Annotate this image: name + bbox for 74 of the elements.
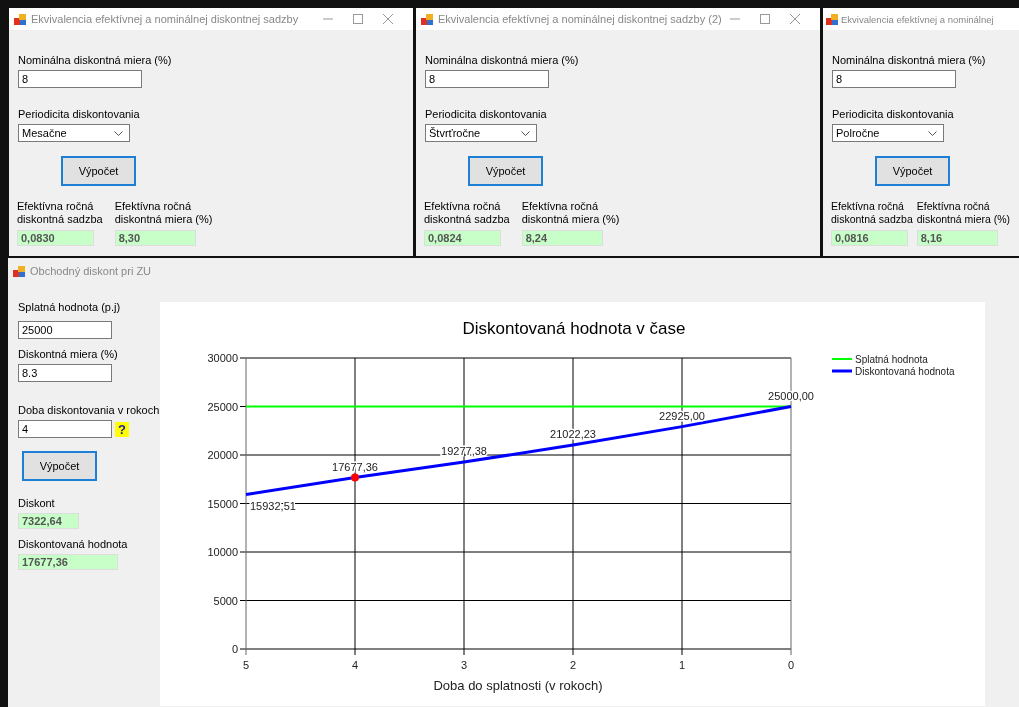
field-label: Periodicita diskontovania xyxy=(18,108,140,120)
app-icon xyxy=(826,13,838,25)
close-icon[interactable] xyxy=(790,14,800,24)
result-field: 0,0830 xyxy=(17,230,94,246)
result-field: 7322,64 xyxy=(18,513,79,529)
field-label: Nominálna diskontná miera (%) xyxy=(832,54,986,66)
window-title: Ekvivalencia efektívnej a nominálnej diskontnej sadzby (2) xyxy=(438,13,723,25)
window-title: Ekvivalencia efektívnej a nominálnej xyxy=(841,13,995,25)
field-label: Diskontná miera (%) xyxy=(18,348,118,360)
result-label: Diskont xyxy=(18,497,55,509)
axis-tick-label: 5000 xyxy=(213,594,238,607)
input-field[interactable]: 4 xyxy=(18,420,112,438)
window-title: Ekvivalencia efektívnej a nominálnej diskontnej sadzby xyxy=(31,13,300,25)
chevron-icon xyxy=(114,130,123,136)
input-field[interactable]: 8 xyxy=(425,70,549,88)
legend-label: Splatná hodnota xyxy=(855,354,928,365)
result-label: Efektívna ročná diskontná sadzba xyxy=(831,200,913,226)
axis-title: Doba do splatnosti (v rokoch) xyxy=(433,678,603,693)
chevron-icon xyxy=(521,130,530,136)
result-field: 8,30 xyxy=(114,230,196,246)
axis-tick-label: 5 xyxy=(242,659,250,671)
calculate-button[interactable]: Výpočet xyxy=(61,156,136,186)
axis-tick-label: 20000 xyxy=(207,449,238,461)
axis-tick-label: 0 xyxy=(787,659,795,671)
result-field: 17677,36 xyxy=(18,554,118,570)
result-label: Efektívna ročná diskontná miera (%) xyxy=(114,200,213,226)
axis-tick-label: 25000 xyxy=(207,400,238,413)
window-title: Obchodný diskont pri ZU xyxy=(30,265,153,277)
field-label: Nominálna diskontná miera (%) xyxy=(425,54,579,66)
calculate-button[interactable]: Výpočet xyxy=(22,451,97,481)
result-field: 0,0816 xyxy=(831,230,908,246)
calculate-button[interactable]: Výpočet xyxy=(468,156,543,186)
field-label: Periodicita diskontovania xyxy=(832,108,954,120)
calculate-button[interactable]: Výpočet xyxy=(875,156,950,186)
result-field: 8,16 xyxy=(916,230,998,246)
chevron-icon xyxy=(928,130,937,136)
chart-title: Diskontovaná hodnota v čase xyxy=(462,319,686,338)
data-label: 25000,00 xyxy=(768,389,814,402)
input-field[interactable]: 25000 xyxy=(18,321,112,339)
dropdown[interactable]: Mesačne xyxy=(18,124,130,142)
axis-tick-label: 15000 xyxy=(207,497,238,510)
result-label: Efektívna ročná diskontná miera (%) xyxy=(521,200,620,226)
close-icon[interactable] xyxy=(383,14,393,24)
field-label: Periodicita diskontovania xyxy=(425,108,547,120)
app-icon xyxy=(14,13,26,25)
axis-tick-label: 2 xyxy=(569,659,577,671)
axis-tick-label: 3 xyxy=(460,659,468,671)
data-label: 15932,51 xyxy=(250,500,296,513)
axis-tick-label: 4 xyxy=(351,659,359,671)
result-label: Efektívna ročná diskontná miera (%) xyxy=(916,200,1011,226)
result-label: Diskontovaná hodnota xyxy=(18,538,128,550)
legend-label: Diskontovaná hodnota xyxy=(855,366,955,377)
result-field: 0,0824 xyxy=(424,230,501,246)
app-icon xyxy=(421,13,433,25)
maximize-icon[interactable] xyxy=(760,14,770,24)
maximize-icon[interactable] xyxy=(353,14,363,24)
result-label: Efektívna ročná diskontná sadzba xyxy=(17,200,103,226)
axis-tick-label: 30000 xyxy=(207,352,238,364)
field-label: Doba diskontovania v rokoch xyxy=(18,404,160,416)
field-label: Nominálna diskontná miera (%) xyxy=(18,54,172,66)
point-marker xyxy=(351,473,359,482)
axis-tick-label: 1 xyxy=(678,659,686,671)
dropdown[interactable]: Štvrťročne xyxy=(425,124,537,142)
app-icon xyxy=(13,265,25,277)
input-field[interactable]: 8 xyxy=(18,70,142,88)
axis-tick-label: 0 xyxy=(231,643,238,655)
dropdown[interactable]: Polročne xyxy=(832,124,944,142)
help-button[interactable]: ? xyxy=(115,421,129,437)
input-field[interactable]: 8.3 xyxy=(18,364,112,382)
axis-tick-label: 10000 xyxy=(207,546,238,558)
result-label: Efektívna ročná diskontná sadzba xyxy=(424,200,510,226)
field-label: Splatná hodnota (p.j) xyxy=(18,301,121,313)
input-field[interactable]: 8 xyxy=(832,70,956,88)
result-field: 8,24 xyxy=(521,230,603,246)
